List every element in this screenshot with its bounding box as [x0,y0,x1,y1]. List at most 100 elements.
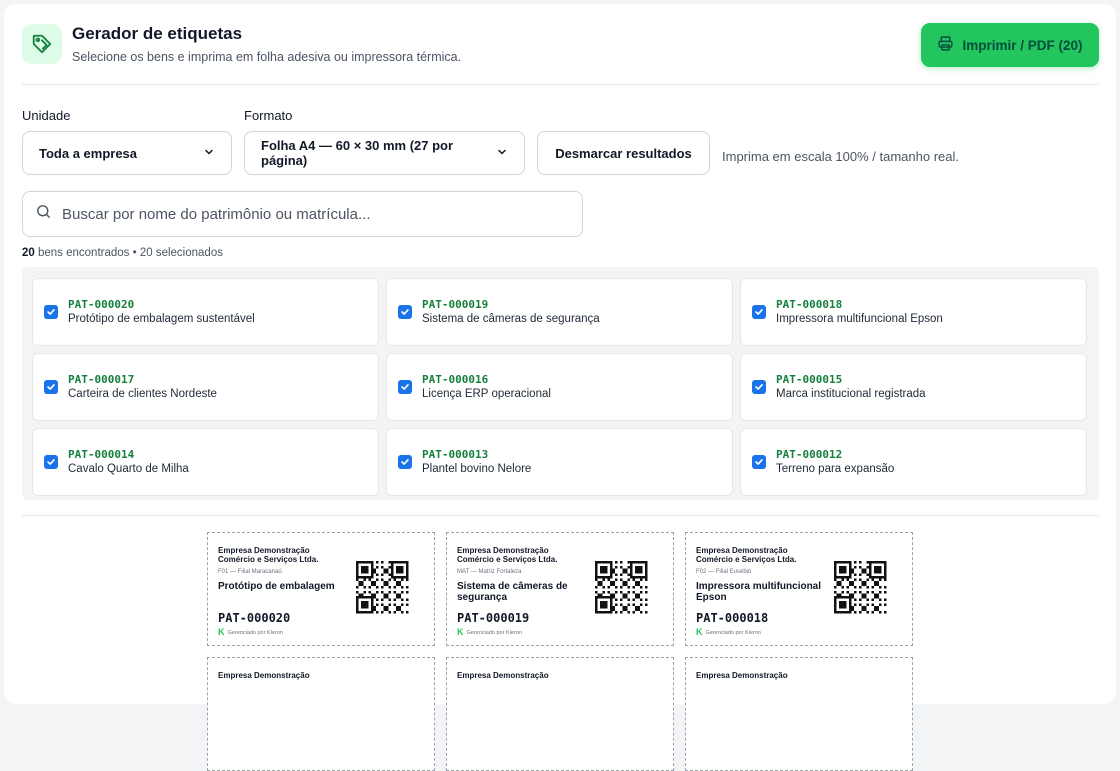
list-item[interactable]: PAT-000020 Protótipo de embalagem sustent… [32,278,379,346]
tag-icon [22,24,62,64]
item-code: PAT-000012 [776,448,843,461]
item-checkbox[interactable] [44,380,58,394]
label-brand: K Gerenciado por Kleron [218,628,283,637]
label-company: Empresa Demonstração [696,671,788,680]
label-preview: Empresa Demonstração [207,657,435,771]
list-item[interactable]: PAT-000018 Impressora multifuncional Epso… [740,278,1087,346]
format-select[interactable]: Folha A4 — 60 × 30 mm (27 por página) [244,131,525,175]
check-icon [755,309,763,315]
item-name: Plantel bovino Nelore [422,463,532,475]
item-checkbox[interactable] [752,380,766,394]
label-brand: K Gerenciado por Kleron [457,628,522,637]
found-number: 20 [22,247,35,259]
item-checkbox[interactable] [398,305,412,319]
print-button-label: Imprimir / PDF (20) [962,37,1083,53]
unit-label: Unidade [22,108,71,123]
item-name: Impressora multifuncional Epson [776,313,943,325]
asset-list: PAT-000020 Protótipo de embalagem sustent… [22,267,1099,500]
label-brand-text: Gerenciado por Kleron [705,629,761,636]
printer-icon [937,35,954,55]
check-icon [401,309,409,315]
list-item[interactable]: PAT-000019 Sistema de câmeras de seguranç… [386,278,733,346]
label-company: Empresa Demonstração Comércio e Serviços… [457,546,558,564]
list-item[interactable]: PAT-000014 Cavalo Quarto de Milha [32,428,379,496]
label-brand: K Gerenciado por Kleron [696,628,761,637]
item-name: Sistema de câmeras de segurança [422,313,600,325]
print-scale-hint: Imprima em escala 100% / tamanho real. [722,149,959,164]
item-name: Terreno para expansão [776,463,895,475]
item-code: PAT-000019 [422,298,489,311]
search-placeholder: Buscar por nome do patrimônio ou matrícu… [62,205,371,223]
item-name: Marca institucional registrada [776,388,926,400]
item-code: PAT-000016 [422,373,489,386]
item-name: Protótipo de embalagem sustentável [68,313,255,325]
label-preview: Empresa Demonstração [685,657,913,771]
print-pdf-button[interactable]: Imprimir / PDF (20) [921,23,1099,67]
asset-grid: PAT-000020 Protótipo de embalagem sustent… [32,278,1087,496]
check-icon [755,459,763,465]
format-label: Formato [244,108,293,123]
label-preview: Empresa Demonstração Comércio e Serviços… [685,532,913,646]
check-icon [47,309,55,315]
selected-count: 20 selecionados [139,247,223,259]
unit-select[interactable]: Toda a empresa [22,131,232,175]
label-branch: F02 — Filial Eusébio [696,569,752,575]
label-company: Empresa Demonstração Comércio e Serviços… [696,546,797,564]
list-item[interactable]: PAT-000016 Licença ERP operacional [386,353,733,421]
list-item[interactable]: PAT-000013 Plantel bovino Nelore [386,428,733,496]
check-icon [47,459,55,465]
kleron-logo-icon: K [218,627,225,637]
item-name: Cavalo Quarto de Milha [68,463,189,475]
label-preview: Empresa Demonstração Comércio e Serviços… [207,532,435,646]
item-checkbox[interactable] [398,455,412,469]
label-company: Empresa Demonstração [218,671,310,680]
item-checkbox[interactable] [44,455,58,469]
label-brand-text: Gerenciado por Kleron [227,629,283,636]
label-preview-sheet: Empresa Demonstração Comércio e Serviços… [207,532,913,771]
label-asset-name: Impressora multifuncional Epson [696,581,822,603]
label-asset-code: PAT-000019 [457,611,530,625]
item-code: PAT-000015 [776,373,843,386]
item-code: PAT-000017 [68,373,135,386]
deselect-button-label: Desmarcar resultados [555,145,692,161]
item-checkbox[interactable] [398,380,412,394]
list-item[interactable]: PAT-000012 Terreno para expansão [740,428,1087,496]
item-name: Licença ERP operacional [422,388,551,400]
label-generator-card: Gerador de etiquetas Selecione os bens e… [4,4,1116,771]
check-icon [47,384,55,390]
list-item[interactable]: PAT-000015 Marca institucional registrada [740,353,1087,421]
check-icon [401,459,409,465]
unit-select-value: Toda a empresa [39,145,138,161]
count-separator: • [129,247,140,259]
format-select-value: Folha A4 — 60 × 30 mm (27 por página) [261,138,454,168]
label-preview: Empresa Demonstração Comércio e Serviços… [446,532,674,646]
results-count: 20 bens encontrados • 20 selecionados [22,247,223,259]
label-company: Empresa Demonstração Comércio e Serviços… [218,546,319,564]
item-code: PAT-000018 [776,298,843,311]
item-code: PAT-000014 [68,448,135,461]
label-brand-text: Gerenciado por Kleron [466,629,522,636]
preview-divider [22,515,1099,516]
page-subtitle: Selecione os bens e imprima em folha ade… [72,50,462,64]
kleron-logo-icon: K [457,627,464,637]
page-title: Gerador de etiquetas [72,24,243,43]
qr-code-icon [834,561,887,619]
header-divider [22,84,1099,85]
qr-code-icon [356,561,409,619]
label-company: Empresa Demonstração [457,671,549,680]
search-input[interactable]: Buscar por nome do patrimônio ou matrícu… [22,191,583,237]
item-checkbox[interactable] [752,455,766,469]
item-checkbox[interactable] [44,305,58,319]
check-icon [755,384,763,390]
deselect-results-button[interactable]: Desmarcar resultados [537,131,710,175]
chevron-down-icon [496,146,508,161]
qr-code-icon [595,561,648,619]
chevron-down-icon [203,146,215,161]
label-asset-code: PAT-000020 [218,611,291,625]
list-item[interactable]: PAT-000017 Carteira de clientes Nordeste [32,353,379,421]
label-preview: Empresa Demonstração [446,657,674,771]
item-checkbox[interactable] [752,305,766,319]
label-asset-name: Protótipo de embalagem [218,581,335,592]
label-branch: MAT — Matriz Fortaleza [457,569,522,575]
search-icon [35,203,52,225]
